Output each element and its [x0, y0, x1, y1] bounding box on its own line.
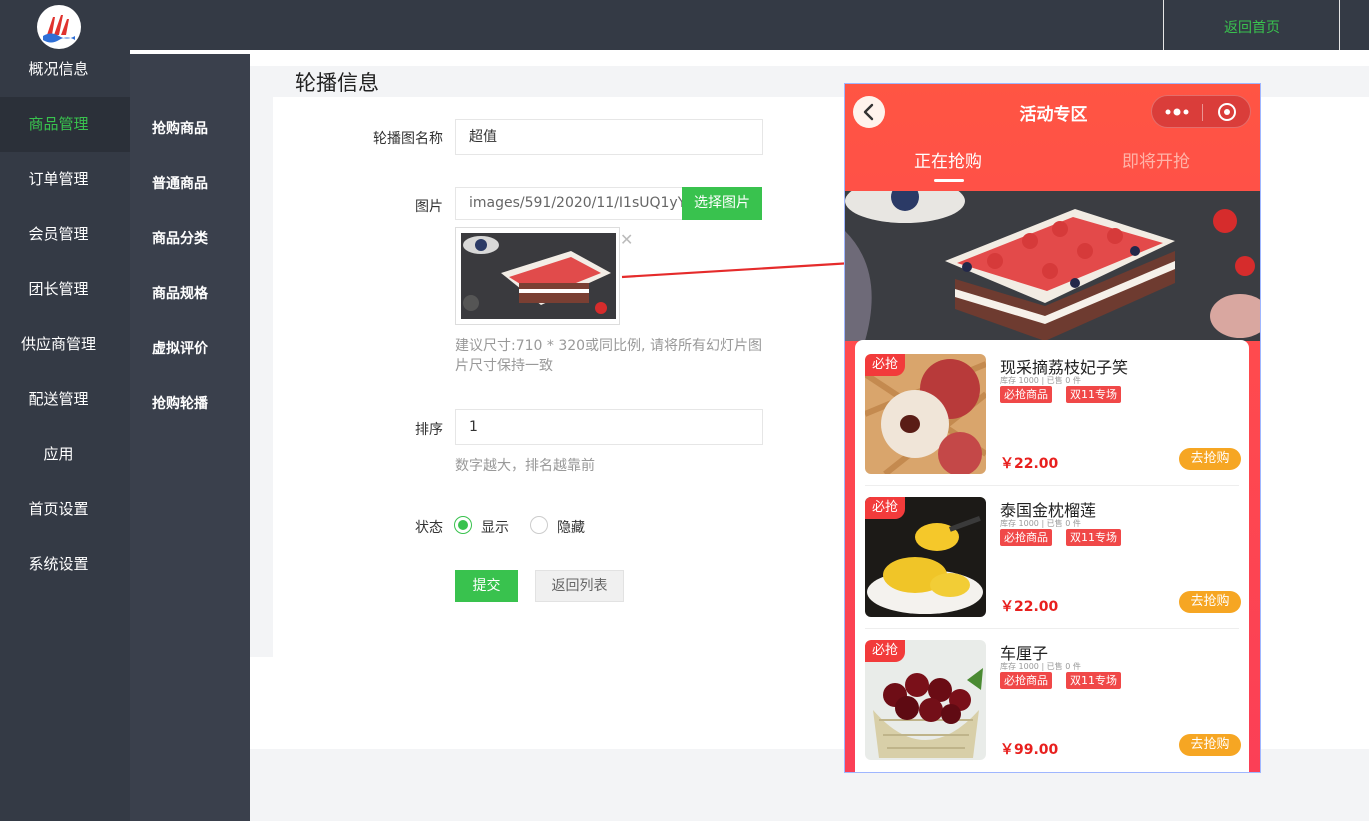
sidebar-item-delivery[interactable]: 配送管理	[0, 372, 130, 427]
status-hide-label[interactable]: 隐藏	[557, 517, 585, 537]
choose-image-button[interactable]: 选择图片	[682, 187, 762, 220]
sidebar-item-label: 首页设置	[28, 500, 89, 518]
sidebar-item-label: 商品管理	[28, 115, 89, 133]
return-home-link[interactable]: 返回首页	[1164, 0, 1340, 50]
tab-active-indicator	[934, 179, 964, 182]
sidebar-item-suppliers[interactable]: 供应商管理	[0, 317, 130, 372]
buy-now-button[interactable]: 去抢购	[1179, 591, 1241, 613]
product-tag: 必抢商品	[1000, 672, 1052, 689]
primary-sidebar: 概况信息 商品管理 订单管理 会员管理 团长管理 供应商管理 配送管理 应用 首…	[0, 50, 130, 821]
product-stock: 库存 1000 | 已售 0 件	[1000, 519, 1081, 528]
subnav-item-flash-goods[interactable]: 抢购商品	[152, 118, 208, 138]
product-tag: 双11专场	[1066, 529, 1121, 546]
buy-now-button[interactable]: 去抢购	[1179, 448, 1241, 470]
sidebar-item-label: 系统设置	[28, 555, 89, 573]
item-divider	[865, 485, 1239, 486]
miniprogram-capsule	[1151, 95, 1251, 128]
sidebar-item-label: 概况信息	[28, 60, 89, 78]
product-stock: 库存 1000 | 已售 0 件	[1000, 662, 1081, 671]
tab-upcoming[interactable]: 即将开抢	[1122, 147, 1190, 172]
carousel-banner-image	[845, 191, 1260, 341]
sidebar-item-label: 团长管理	[28, 280, 89, 298]
subnav-top-strip	[130, 50, 250, 54]
product-image: 必抢	[865, 354, 986, 474]
sort-hint: 数字越大，排名越靠前	[455, 458, 595, 474]
list-item[interactable]: 必抢 现采摘荔枝妃子笑 库存 1000 | 已售 0 件 必抢商品 双11专场 …	[865, 350, 1249, 490]
sidebar-item-label: 供应商管理	[20, 335, 96, 353]
main-top-strip	[250, 50, 1369, 66]
name-label: 轮播图名称	[373, 131, 443, 147]
buy-now-button[interactable]: 去抢购	[1179, 734, 1241, 756]
name-input[interactable]: 超值	[455, 119, 763, 155]
item-divider	[865, 628, 1239, 629]
product-price: ￥22.00	[1000, 456, 1059, 472]
sidebar-item-orders[interactable]: 订单管理	[0, 152, 130, 207]
subnav-item-virtual-reviews[interactable]: 虚拟评价	[152, 338, 208, 358]
sidebar-item-home-settings[interactable]: 首页设置	[0, 482, 130, 537]
subnav-item-specs[interactable]: 商品规格	[152, 283, 208, 303]
phone-preview: 活动专区 正在抢购 即将开抢 必抢 现采摘荔枝妃子笑 库存 1000 | 已售 …	[844, 83, 1261, 773]
product-price: ￥99.00	[1000, 742, 1059, 758]
must-grab-badge: 必抢	[865, 354, 905, 376]
sidebar-item-members[interactable]: 会员管理	[0, 207, 130, 262]
subnav-item-categories[interactable]: 商品分类	[152, 228, 208, 248]
product-image: 必抢	[865, 640, 986, 760]
subnav-item-flash-carousel[interactable]: 抢购轮播	[152, 393, 208, 413]
product-list: 必抢 现采摘荔枝妃子笑 库存 1000 | 已售 0 件 必抢商品 双11专场 …	[855, 340, 1249, 772]
must-grab-badge: 必抢	[865, 640, 905, 662]
product-image: 必抢	[865, 497, 986, 617]
status-show-label[interactable]: 显示	[481, 517, 509, 537]
sidebar-item-leaders[interactable]: 团长管理	[0, 262, 130, 317]
product-stock: 库存 1000 | 已售 0 件	[1000, 376, 1081, 385]
tab-ongoing[interactable]: 正在抢购	[914, 147, 982, 172]
sidebar-item-system-settings[interactable]: 系统设置	[0, 537, 130, 592]
sort-input[interactable]: 1	[455, 409, 763, 445]
page-title: 轮播信息	[295, 71, 379, 95]
product-tag: 双11专场	[1066, 386, 1121, 403]
status-hide-radio[interactable]	[530, 516, 548, 534]
product-price: ￥22.00	[1000, 599, 1059, 615]
list-item[interactable]: 必抢 车厘子 库存 1000 | 已售 0 件 必抢商品 双11专场 ￥99.0…	[865, 636, 1249, 772]
sort-label: 排序	[415, 422, 443, 438]
product-tag: 必抢商品	[1000, 529, 1052, 546]
image-preview	[455, 227, 620, 325]
submit-button[interactable]: 提交	[455, 570, 518, 602]
product-tag: 双11专场	[1066, 672, 1121, 689]
subnav-item-normal-goods[interactable]: 普通商品	[152, 173, 208, 193]
product-tag: 必抢商品	[1000, 386, 1052, 403]
sidebar-item-label: 配送管理	[28, 390, 89, 408]
cake-thumbnail-image	[461, 233, 616, 319]
list-item[interactable]: 必抢 泰国金枕榴莲 库存 1000 | 已售 0 件 必抢商品 双11专场 ￥2…	[865, 493, 1249, 633]
more-dots-icon[interactable]	[1152, 96, 1202, 129]
back-to-list-button[interactable]: 返回列表	[535, 570, 624, 602]
image-label: 图片	[415, 199, 443, 215]
status-label: 状态	[415, 520, 443, 536]
image-size-hint: 建议尺寸:710 * 320或同比例, 请将所有幻灯片图片尺寸保持一致	[455, 338, 762, 374]
sidebar-item-label: 应用	[43, 445, 74, 463]
status-show-radio[interactable]	[454, 516, 472, 534]
sidebar-item-apps[interactable]: 应用	[0, 427, 130, 482]
secondary-sidebar: 抢购商品 普通商品 商品分类 商品规格 虚拟评价 抢购轮播	[130, 50, 250, 821]
sidebar-item-label: 会员管理	[28, 225, 89, 243]
close-target-icon[interactable]	[1202, 96, 1252, 129]
remove-image-icon[interactable]: ✕	[620, 230, 633, 249]
sidebar-item-label: 订单管理	[28, 170, 89, 188]
sidebar-item-goods[interactable]: 商品管理	[0, 97, 130, 152]
sidebar-item-overview[interactable]: 概况信息	[0, 42, 130, 97]
top-bar: 返回首页	[0, 0, 1369, 50]
must-grab-badge: 必抢	[865, 497, 905, 519]
image-path-input[interactable]: images/591/2020/11/I1sUQ1yY	[455, 187, 683, 220]
